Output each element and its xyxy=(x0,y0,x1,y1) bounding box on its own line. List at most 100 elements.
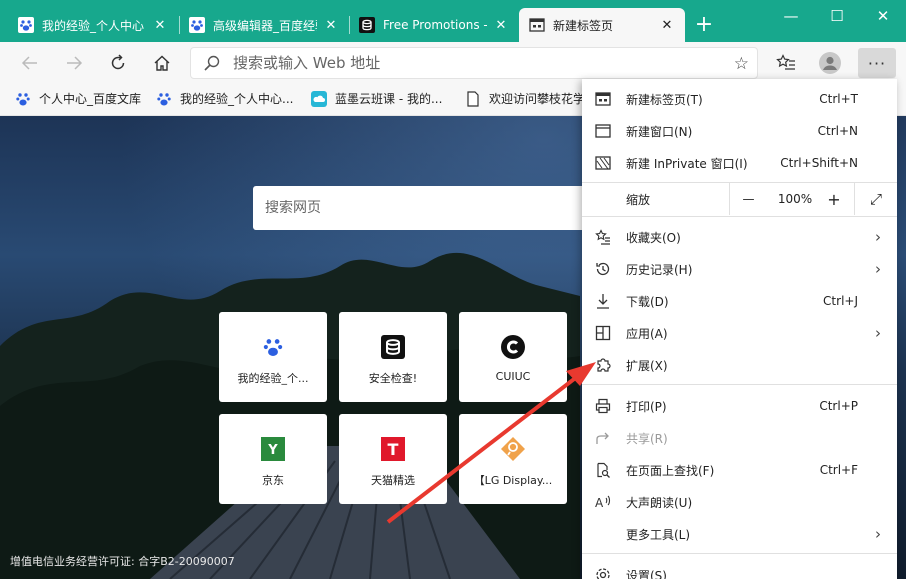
zoom-out-button[interactable]: — xyxy=(729,183,767,215)
tab-baidu-experience[interactable]: 我的经验_个人中心 ✕ xyxy=(8,8,178,42)
menu-shortcut: Ctrl+Shift+N xyxy=(780,156,858,170)
navigation-toolbar: ☆ ··· xyxy=(0,42,906,84)
favorite-item[interactable]: 蓝墨云班课 - 我的... xyxy=(311,90,442,107)
baidu-paw-icon xyxy=(15,91,31,107)
tile-label: CUIUC xyxy=(495,370,531,383)
close-icon[interactable]: ✕ xyxy=(659,18,675,33)
history-icon xyxy=(595,261,611,277)
baidu-watermark-url: jingyan.baidu.com xyxy=(706,538,817,552)
favorites-icon xyxy=(595,229,611,245)
search-icon xyxy=(204,55,220,71)
print-icon xyxy=(595,398,611,414)
menu-item-apps[interactable]: 应用(A) › xyxy=(582,317,897,349)
close-icon[interactable]: ✕ xyxy=(493,18,509,33)
menu-divider xyxy=(582,216,897,217)
menu-label: 新建标签页(T) xyxy=(626,92,703,107)
ellipsis-icon: ··· xyxy=(867,53,887,73)
close-window-button[interactable]: ✕ xyxy=(860,0,906,32)
menu-label: 设置(S) xyxy=(626,568,667,579)
quick-link-tile[interactable]: Y 京东 xyxy=(219,414,327,504)
forward-button[interactable] xyxy=(58,48,90,78)
menu-item-favorites[interactable]: 收藏夹(O) › xyxy=(582,221,897,253)
menu-item-new-inprivate[interactable]: 新建 InPrivate 窗口(I) Ctrl+Shift+N xyxy=(582,147,897,179)
menu-item-settings[interactable]: 设置(S) xyxy=(582,559,897,579)
avatar-icon xyxy=(819,52,841,74)
menu-item-downloads[interactable]: 下载(D) Ctrl+J xyxy=(582,285,897,317)
quick-link-tile[interactable]: 安全检查! xyxy=(339,312,447,402)
favorite-item[interactable]: 个人中心_百度文库 xyxy=(15,90,141,107)
baidu-paw-icon xyxy=(156,91,172,107)
quick-link-tile[interactable]: 【LG Display... xyxy=(459,414,567,504)
quick-link-tile[interactable]: T 天猫精选 xyxy=(339,414,447,504)
menu-label: 新建窗口(N) xyxy=(626,124,693,139)
menu-label: 收藏夹(O) xyxy=(626,230,681,245)
favorite-label: 蓝墨云班课 - 我的... xyxy=(335,92,443,106)
download-icon xyxy=(595,293,611,309)
menu-item-history[interactable]: 历史记录(H) › xyxy=(582,253,897,285)
refresh-button[interactable] xyxy=(102,48,134,78)
menu-shortcut: Ctrl+F xyxy=(819,463,858,477)
address-bar[interactable]: ☆ xyxy=(190,47,758,79)
close-icon[interactable]: ✕ xyxy=(152,18,168,33)
arrow-right-icon xyxy=(67,56,83,70)
extensions-icon xyxy=(595,357,611,373)
menu-item-find-on-page[interactable]: 在页面上查找(F) Ctrl+F xyxy=(582,454,897,486)
zoom-row: 缩放 — 100% + ⤢ xyxy=(582,183,897,215)
svg-text:A: A xyxy=(595,496,604,510)
web-search-box[interactable] xyxy=(253,186,593,230)
menu-label: 历史记录(H) xyxy=(626,262,693,277)
minimize-button[interactable]: — xyxy=(768,0,814,32)
stack-icon xyxy=(359,17,375,33)
favorite-item[interactable]: 欢迎访问攀枝花学 xyxy=(465,90,585,107)
menu-shortcut: Ctrl+N xyxy=(817,124,858,138)
favorite-item[interactable]: 我的经验_个人中心... xyxy=(156,90,293,107)
close-icon[interactable]: ✕ xyxy=(323,18,339,33)
profile-button[interactable] xyxy=(814,48,846,78)
favorites-button[interactable] xyxy=(770,48,802,78)
settings-and-more-button[interactable]: ··· xyxy=(858,48,896,78)
address-input[interactable] xyxy=(233,54,713,72)
find-icon xyxy=(595,462,611,478)
add-favorite-star-icon[interactable]: ☆ xyxy=(734,54,749,74)
quick-link-tile[interactable]: 我的经验_个... xyxy=(219,312,327,402)
maximize-button[interactable]: ☐ xyxy=(814,0,860,32)
favorite-label: 个人中心_百度文库 xyxy=(39,92,142,106)
menu-label: 新建 InPrivate 窗口(I) xyxy=(626,156,748,171)
new-tab-icon xyxy=(595,91,611,107)
menu-shortcut: Ctrl+T xyxy=(819,92,858,106)
zoom-in-button[interactable]: + xyxy=(815,183,853,215)
menu-item-share[interactable]: 共享(R) xyxy=(582,422,897,454)
tab-strip: 我的经验_个人中心 ✕ 高级编辑器_百度经验 ✕ Free Promotions… xyxy=(0,0,906,42)
menu-label: 共享(R) xyxy=(626,431,668,446)
tab-free-promotions[interactable]: Free Promotions - S ✕ xyxy=(349,8,519,42)
quick-link-tile[interactable]: CUIUC xyxy=(459,312,567,402)
baidu-paw-icon xyxy=(260,334,286,360)
favorites-list-icon xyxy=(776,54,795,70)
tab-new-tab[interactable]: 新建标签页 ✕ xyxy=(519,8,685,42)
share-icon xyxy=(595,430,611,446)
web-search-input[interactable] xyxy=(265,200,565,216)
menu-item-extensions[interactable]: 扩展(X) xyxy=(582,349,897,381)
menu-item-print[interactable]: 打印(P) Ctrl+P xyxy=(582,390,897,422)
menu-item-new-tab[interactable]: 新建标签页(T) Ctrl+T xyxy=(582,83,897,115)
license-footer: 增值电信业务经营许可证: 合字B2-20090007 xyxy=(10,555,235,568)
back-button[interactable] xyxy=(14,48,46,78)
arrow-left-icon xyxy=(21,56,37,70)
menu-item-new-window[interactable]: 新建窗口(N) Ctrl+N xyxy=(582,115,897,147)
menu-divider xyxy=(582,553,897,554)
fullscreen-button[interactable]: ⤢ xyxy=(854,183,897,215)
tab-title: 新建标签页 xyxy=(553,18,614,33)
jd-icon: Y xyxy=(260,436,286,462)
home-button[interactable] xyxy=(146,48,178,78)
chevron-right-icon: › xyxy=(875,525,881,543)
home-icon xyxy=(154,55,170,71)
settings-icon xyxy=(595,567,611,579)
stack-icon xyxy=(380,334,406,360)
new-tab-button[interactable]: + xyxy=(690,12,718,40)
c-logo-icon xyxy=(500,334,526,360)
tab-advanced-editor[interactable]: 高级编辑器_百度经验 ✕ xyxy=(179,8,349,42)
tile-label: 安全检查! xyxy=(368,372,418,385)
new-window-icon xyxy=(595,123,611,139)
baidu-paw-icon xyxy=(18,17,34,33)
cloud-icon xyxy=(311,90,327,107)
